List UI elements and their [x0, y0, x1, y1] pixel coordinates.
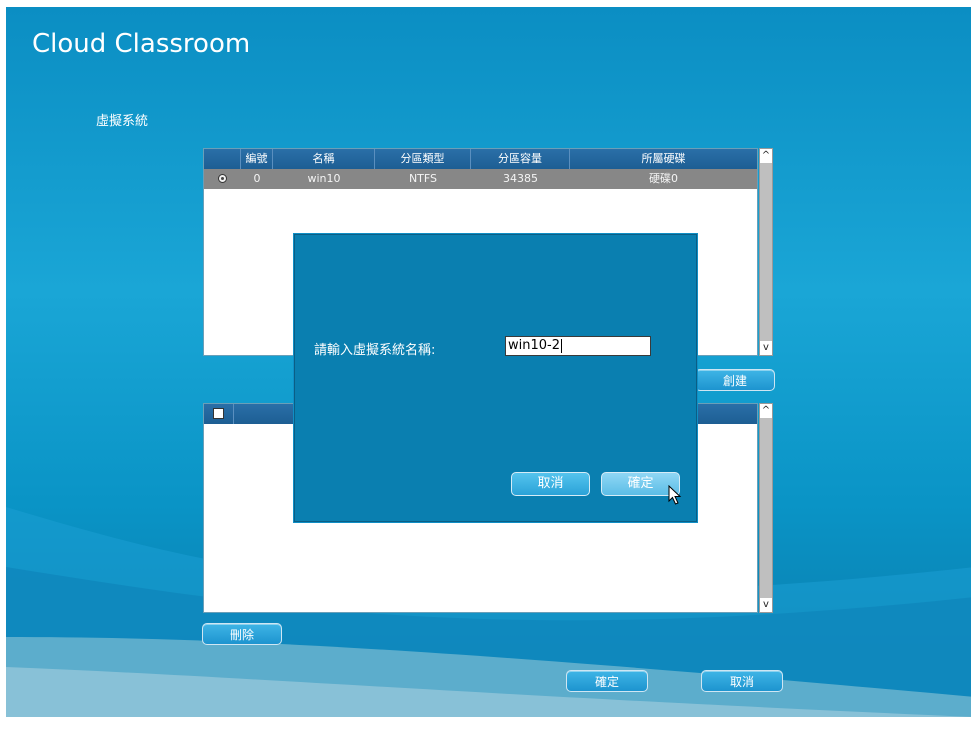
column-header-number: 編號	[241, 149, 273, 169]
system-table-scrollbar[interactable]: ^ v	[759, 403, 773, 613]
cell-name: win10	[307, 172, 341, 185]
dialog-cancel-button[interactable]: 取消	[511, 472, 590, 496]
app-title: Cloud Classroom	[32, 29, 251, 59]
footer-ok-button[interactable]: 確定	[566, 670, 648, 692]
column-header-partition-type: 分區類型	[375, 149, 471, 169]
system-name-input-value: win10-2	[508, 338, 560, 353]
scroll-down-icon[interactable]: v	[760, 341, 772, 355]
cell-partition-size: 34385	[503, 172, 538, 185]
footer-cancel-button[interactable]: 取消	[701, 670, 783, 692]
select-all-checkbox[interactable]	[213, 408, 224, 419]
column-header-select-all[interactable]	[204, 404, 234, 424]
text-caret	[561, 338, 562, 353]
create-button[interactable]: 創建	[695, 369, 775, 391]
mouse-pointer-icon	[668, 485, 682, 505]
scroll-down-icon[interactable]: v	[760, 598, 772, 612]
partition-table-header: 編號 名稱 分區類型 分區容量 所屬硬碟	[204, 149, 757, 169]
name-input-dialog: 請輸入虛擬系統名稱: win10-2 取消 確定	[294, 234, 697, 522]
row-radio-cell[interactable]	[204, 169, 241, 189]
column-header-select	[204, 149, 241, 169]
delete-button[interactable]: 刪除	[202, 623, 282, 645]
table-row[interactable]: 0 win10 NTFS 34385 硬碟0	[204, 169, 757, 189]
cell-number: 0	[253, 172, 261, 185]
dialog-label: 請輸入虛擬系統名稱:	[314, 343, 436, 358]
cell-disk: 硬碟0	[649, 172, 678, 185]
radio-button[interactable]	[218, 174, 227, 183]
system-name-input[interactable]: win10-2	[505, 336, 651, 356]
desktop-background: Cloud Classroom 虛擬系統 編號 名稱 分區類型 分區容量 所屬硬…	[6, 7, 971, 717]
scroll-up-icon[interactable]: ^	[760, 404, 772, 418]
column-header-disk: 所屬硬碟	[641, 152, 686, 165]
column-header-name: 名稱	[273, 149, 375, 169]
partition-table-scrollbar[interactable]: ^ v	[759, 148, 773, 356]
section-label: 虛擬系統	[96, 114, 149, 129]
scroll-up-icon[interactable]: ^	[760, 149, 772, 163]
cell-partition-type: NTFS	[408, 172, 438, 185]
column-header-partition-size: 分區容量	[471, 149, 570, 169]
